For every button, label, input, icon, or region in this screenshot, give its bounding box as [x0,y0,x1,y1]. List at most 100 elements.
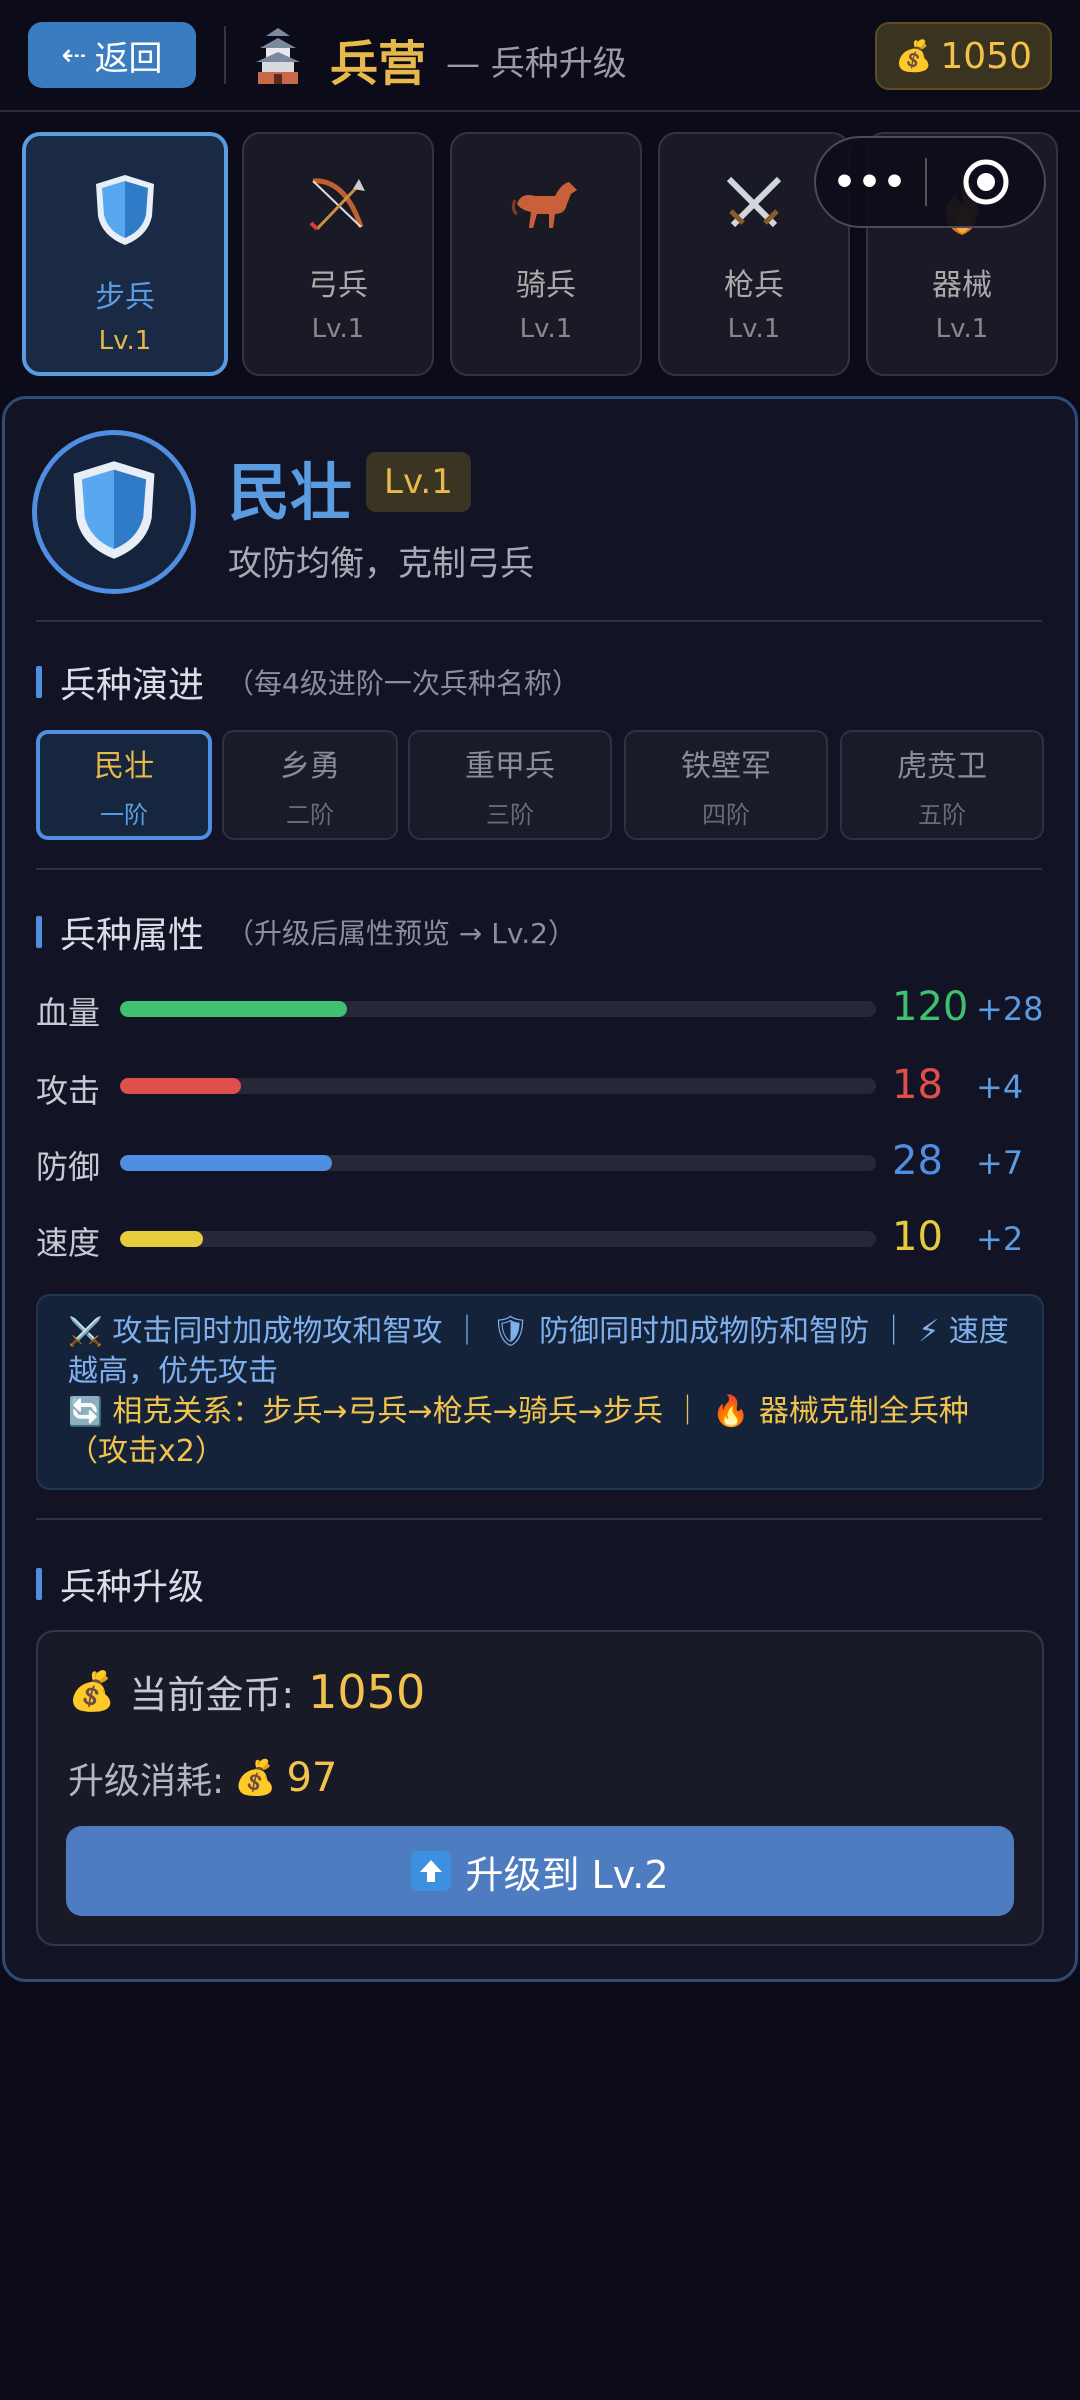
evolution-stage: 虎贲卫 五阶 [840,730,1044,840]
divider [36,1518,1042,1520]
top-bar: ⇠ 返回 兵营 — 兵种升级 💰 1050 [0,0,1080,112]
back-arrow-icon: ⇠ [61,37,87,73]
unit-avatar [32,430,196,594]
stat-label: 速度 [36,1224,101,1262]
evolution-stage: 重甲兵 三阶 [408,730,612,840]
stage-rank: 三阶 [486,800,534,829]
section-bar [36,916,42,948]
up-arrow-icon [411,1851,452,1891]
unit-name: 民壮 [228,456,353,529]
bow-icon [305,164,371,244]
castle-icon [250,26,306,86]
upgrade-button-label: 升级到 Lv.2 [465,1852,669,1897]
tab-level: Lv.1 [311,314,365,344]
stage-name: 重甲兵 [465,748,555,784]
upgrade-button[interactable]: 升级到 Lv.2 [66,1826,1014,1916]
stage-rank: 二阶 [286,800,334,829]
attribute-info-box: ⚔️ 攻击同时加成物攻和智攻 ｜ 🛡 防御同时加成物防和智防 ｜ ⚡ 速度越高，… [36,1294,1044,1490]
stat-bar [120,1078,876,1094]
stat-bar [120,1155,876,1171]
stat-increase: +2 [976,1220,1024,1258]
page-title: 兵营 [330,36,427,92]
upgrade-cost-value: 97 [286,1755,338,1801]
section-bar [36,666,42,698]
tab-cavalry[interactable]: 骑兵 Lv.1 [450,132,642,376]
stat-increase: +4 [976,1068,1024,1106]
evolution-stage: 乡勇 二阶 [222,730,398,840]
stat-value: 10 [892,1214,943,1260]
info-text: 相克关系：步兵→弓兵→枪兵→骑兵→步兵 ｜ 🔥 器械克制全兵种（攻击x2） [68,1394,969,1469]
evolution-stage: 铁壁军 四阶 [624,730,828,840]
stage-name: 铁壁军 [681,748,771,784]
coin-value: 1050 [940,35,1032,77]
close-target-icon[interactable] [927,158,1044,206]
crossed-swords-icon [721,164,787,244]
stat-label: 攻击 [36,1072,101,1110]
section-title: 兵种属性 [60,915,205,956]
info-text: 攻击同时加成物攻和智攻 ｜ 🛡 防御同时加成物防和智防 ｜ ⚡ 速度越高，优先攻… [68,1314,1009,1389]
shield-icon [68,456,160,568]
horse-icon [511,164,581,244]
tab-label: 器械 [932,268,992,303]
section-title: 兵种演进 [60,665,205,706]
crossed-swords-icon: ⚔️ [68,1315,103,1348]
stat-bar-fill [120,1078,241,1094]
section-title: 兵种升级 [60,1567,205,1608]
money-bag-icon: 💰 [234,1758,277,1798]
evolution-section-title: 兵种演进 （每4级进阶一次兵种名称） [36,656,580,708]
coin-balance: 💰 1050 [875,22,1052,90]
stage-name: 乡勇 [280,748,340,784]
tab-label: 枪兵 [724,268,784,303]
info-line: 🔄 相克关系：步兵→弓兵→枪兵→骑兵→步兵 ｜ 🔥 器械克制全兵种（攻击x2） [68,1392,1012,1472]
stage-rank: 四阶 [702,800,750,829]
stat-bar [120,1001,876,1017]
current-gold-label: 当前金币: [129,1673,295,1717]
stat-bar-fill [120,1001,347,1017]
unit-description: 攻防均衡，克制弓兵 [228,544,534,584]
tab-infantry[interactable]: 步兵 Lv.1 [22,132,228,376]
tab-level: Lv.1 [98,326,152,356]
stage-name: 虎贲卫 [897,748,987,784]
tab-label: 骑兵 [516,268,576,303]
tab-level: Lv.1 [727,314,781,344]
stat-value: 120 [892,984,969,1030]
shield-icon [92,170,158,250]
tab-label: 弓兵 [308,268,368,303]
stat-label: 防御 [36,1148,101,1186]
back-label: 返回 [94,38,163,79]
stage-name: 民壮 [94,748,154,784]
more-icon[interactable]: ••• [816,162,925,203]
divider [36,620,1042,622]
stat-bar [120,1231,876,1247]
section-note: （升级后属性预览 → Lv.2） [226,917,576,950]
section-note: （每4级进阶一次兵种名称） [226,667,580,700]
unit-level-badge: Lv.1 [366,452,471,512]
header-divider [224,26,226,84]
stat-increase: +7 [976,1144,1024,1182]
tab-level: Lv.1 [935,314,989,344]
stat-label: 血量 [36,994,101,1032]
stage-rank: 五阶 [918,800,966,829]
stat-bar-fill [120,1155,332,1171]
refresh-icon: 🔄 [68,1395,103,1428]
evolution-stage: 民壮 一阶 [36,730,212,840]
tab-archer[interactable]: 弓兵 Lv.1 [242,132,434,376]
tab-level: Lv.1 [519,314,573,344]
tab-label: 步兵 [95,280,155,315]
stat-value: 18 [892,1062,943,1108]
attributes-section-title: 兵种属性 （升级后属性预览 → Lv.2） [36,906,576,958]
upgrade-cost: 升级消耗: 💰 97 [68,1752,337,1804]
back-button[interactable]: ⇠ 返回 [28,22,196,88]
upgrade-section-title: 兵种升级 [36,1558,204,1610]
current-gold-value: 1050 [308,1664,426,1719]
stat-value: 28 [892,1138,943,1184]
current-gold: 💰 当前金币: 1050 [68,1664,425,1719]
money-bag-icon: 💰 [68,1669,116,1713]
stat-bar-fill [120,1231,204,1247]
money-bag-icon: 💰 [895,38,933,74]
section-bar [36,1568,42,1600]
divider [36,868,1042,870]
upgrade-cost-label: 升级消耗: [68,1761,225,1802]
stat-increase: +28 [976,990,1044,1028]
miniprogram-capsule: ••• [814,136,1046,228]
